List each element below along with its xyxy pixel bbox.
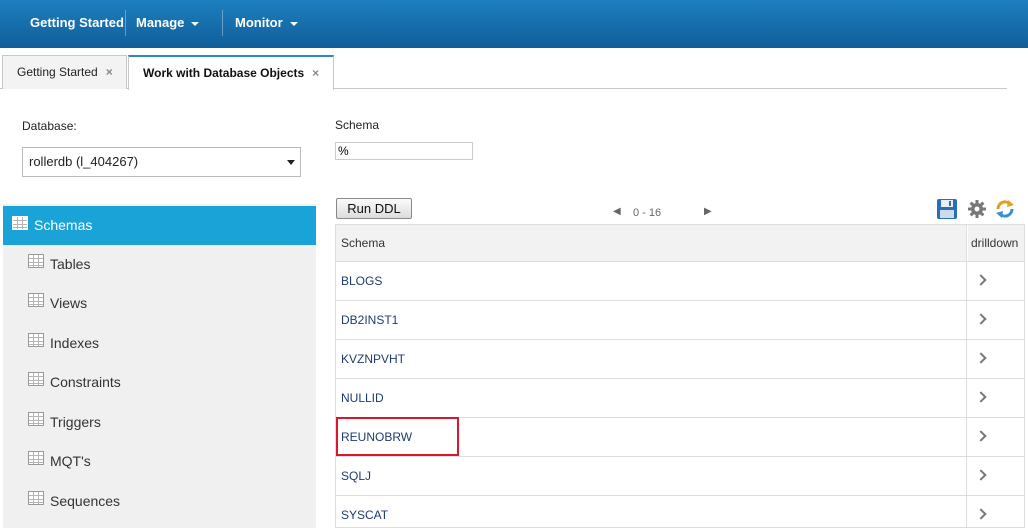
table-row[interactable]: SYSCAT (336, 495, 1024, 527)
sidebar-item-mqts[interactable]: MQT's (3, 442, 316, 481)
schema-cell[interactable]: DB2INST1 (336, 301, 967, 339)
chevron-right-icon (975, 313, 987, 325)
drilldown-button[interactable] (968, 418, 1024, 456)
nav-divider (125, 10, 126, 36)
save-icon[interactable] (936, 198, 958, 220)
grid-icon (28, 451, 44, 465)
grid-icon (28, 254, 44, 268)
close-icon[interactable]: × (106, 65, 113, 79)
gear-icon[interactable] (966, 198, 988, 220)
grid-icon (28, 372, 44, 386)
refresh-icon[interactable] (994, 198, 1016, 220)
sidebar-item-label: Sequences (50, 493, 121, 509)
chevron-down-icon (191, 21, 200, 26)
database-select-value: rollerdb (l_404267) (29, 154, 139, 169)
sidebar-item-schemas[interactable]: Schemas (3, 206, 316, 245)
sidebar-item-views[interactable]: Views (3, 284, 316, 323)
table-row[interactable]: DB2INST1 (336, 300, 1024, 339)
schema-label: Schema (335, 118, 380, 132)
nav-getting-started-label: Getting Started (30, 15, 124, 30)
schema-table: Schema drilldown BLOGS DB2INST1 KVZNPVHT… (335, 224, 1025, 528)
schema-cell[interactable]: BLOGS (336, 262, 967, 300)
table-row[interactable]: BLOGS (336, 261, 1024, 300)
drilldown-button[interactable] (968, 262, 1024, 300)
sidebar-item-label: Schemas (34, 217, 93, 233)
chevron-right-icon (975, 508, 987, 520)
tab-work-with-database-objects[interactable]: Work with Database Objects × (128, 55, 334, 90)
run-ddl-button[interactable]: Run DDL (336, 198, 412, 219)
chevron-down-icon (287, 160, 295, 165)
schema-filter-input[interactable] (335, 142, 473, 160)
pager-range: 0 - 16 (633, 207, 662, 219)
tab-label: Getting Started (17, 65, 98, 79)
schema-cell[interactable]: SYSCAT (336, 496, 967, 527)
schema-cell[interactable]: SQLJ (336, 457, 967, 495)
drilldown-button[interactable] (968, 301, 1024, 339)
grid-icon (28, 412, 44, 426)
nav-manage-menu[interactable]: Manage (136, 0, 200, 48)
chevron-right-icon (975, 352, 987, 364)
sidebar-item-label: Views (50, 295, 88, 311)
chevron-right-icon (975, 469, 987, 481)
schema-cell[interactable]: NULLID (336, 379, 967, 417)
object-type-sidebar: Schemas Tables Views Indexes Constraints… (3, 204, 316, 528)
column-header-drilldown: drilldown (968, 225, 1024, 261)
chevron-down-icon (289, 21, 298, 26)
nav-divider (222, 10, 223, 36)
nav-manage-label: Manage (136, 15, 185, 30)
drilldown-button[interactable] (968, 457, 1024, 495)
grid-icon (28, 293, 44, 307)
grid-icon (12, 216, 28, 230)
table-row[interactable]: NULLID (336, 378, 1024, 417)
nav-monitor-menu[interactable]: Monitor (235, 0, 298, 48)
column-header-schema[interactable]: Schema (336, 225, 967, 261)
sidebar-item-label: Indexes (50, 335, 100, 351)
schema-cell[interactable]: KVZNPVHT (336, 340, 967, 378)
table-row[interactable]: KVZNPVHT (336, 339, 1024, 378)
database-select[interactable]: rollerdb (l_404267) (22, 147, 301, 177)
nav-monitor-label: Monitor (235, 15, 283, 30)
chevron-right-icon (975, 430, 987, 442)
nav-getting-started[interactable]: Getting Started (30, 0, 124, 48)
chevron-right-icon (975, 391, 987, 403)
sidebar-item-label: MQT's (50, 453, 91, 469)
sidebar-item-sequences[interactable]: Sequences (3, 482, 316, 521)
previous-page-icon[interactable]: ◀ (613, 206, 621, 217)
top-navigation-bar: Getting Started Manage Monitor (0, 0, 1028, 48)
grid-icon (28, 333, 44, 347)
database-label: Database: (22, 119, 77, 133)
table-row[interactable]: SQLJ (336, 456, 1024, 495)
sidebar-item-label: Constraints (50, 374, 121, 390)
sidebar-item-label: Triggers (50, 414, 101, 430)
drilldown-button[interactable] (968, 496, 1024, 527)
tab-label: Work with Database Objects (143, 66, 305, 80)
grid-icon (28, 491, 44, 505)
sidebar-item-indexes[interactable]: Indexes (3, 324, 316, 363)
sidebar-item-triggers[interactable]: Triggers (3, 403, 316, 442)
drilldown-button[interactable] (968, 379, 1024, 417)
sidebar-item-label: Tables (50, 256, 91, 272)
table-row[interactable]: REUNOBRW (336, 417, 1024, 456)
schema-cell[interactable]: REUNOBRW (336, 418, 967, 456)
chevron-right-icon (975, 274, 987, 286)
tab-getting-started[interactable]: Getting Started × (2, 55, 127, 89)
next-page-icon[interactable]: ▶ (704, 206, 712, 217)
sidebar-item-tables[interactable]: Tables (3, 245, 316, 284)
close-icon[interactable]: × (312, 66, 319, 80)
drilldown-button[interactable] (968, 340, 1024, 378)
sidebar-item-constraints[interactable]: Constraints (3, 363, 316, 402)
